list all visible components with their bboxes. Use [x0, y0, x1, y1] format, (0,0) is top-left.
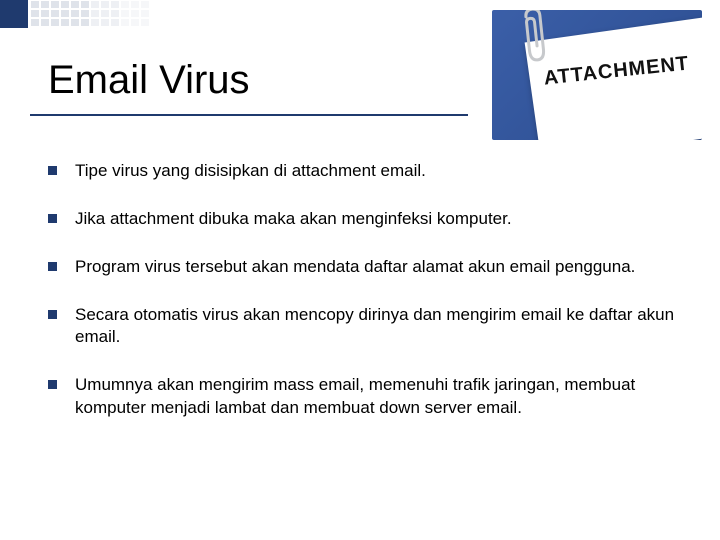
- list-item: Secara otomatis virus akan mencopy dirin…: [48, 304, 680, 348]
- list-item: Umumnya akan mengirim mass email, memenu…: [48, 374, 680, 418]
- list-item: Program virus tersebut akan mendata daft…: [48, 256, 680, 278]
- bullet-icon: [48, 166, 57, 175]
- bullet-icon: [48, 380, 57, 389]
- bullet-icon: [48, 262, 57, 271]
- list-item: Jika attachment dibuka maka akan menginf…: [48, 208, 680, 230]
- list-item: Tipe virus yang disisipkan di attachment…: [48, 160, 680, 182]
- corner-decoration: [0, 0, 220, 28]
- bullet-list: Tipe virus yang disisipkan di attachment…: [48, 160, 680, 445]
- bullet-icon: [48, 214, 57, 223]
- bullet-text: Program virus tersebut akan mendata daft…: [75, 256, 635, 278]
- bullet-text: Tipe virus yang disisipkan di attachment…: [75, 160, 426, 182]
- bullet-text: Secara otomatis virus akan mencopy dirin…: [75, 304, 680, 348]
- slide-title: Email Virus: [48, 58, 250, 103]
- title-underline: [30, 114, 468, 116]
- attachment-label: ATTACHMENT: [543, 52, 691, 90]
- bullet-icon: [48, 310, 57, 319]
- accent-grid: [30, 0, 150, 28]
- paperclip-icon: [519, 10, 551, 67]
- bullet-text: Jika attachment dibuka maka akan menginf…: [75, 208, 512, 230]
- bullet-text: Umumnya akan mengirim mass email, memenu…: [75, 374, 680, 418]
- attachment-illustration: ATTACHMENT: [492, 10, 702, 140]
